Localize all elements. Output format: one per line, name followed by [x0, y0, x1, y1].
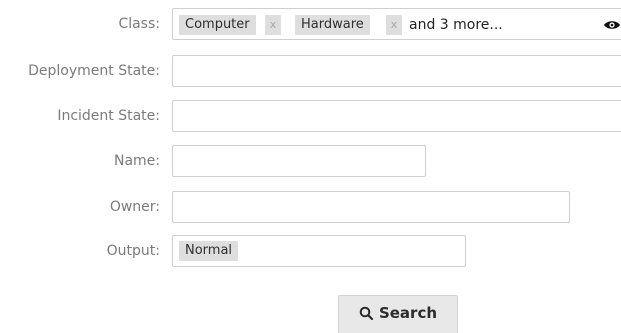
owner-label: Owner: [109, 199, 160, 215]
class-label: Class: [118, 16, 160, 32]
class-more-text[interactable]: and 3 more... [409, 15, 503, 35]
class-tag-hardware: Hardware [295, 15, 370, 35]
owner-input[interactable] [172, 191, 570, 223]
class-tag-computer: Computer [179, 15, 256, 35]
owner-row: Owner: [0, 191, 621, 223]
incident-state-field[interactable] [172, 100, 621, 132]
output-row: Output: Normal [0, 235, 621, 267]
output-selected-tag: Normal [179, 241, 239, 261]
deployment-state-label: Deployment State: [28, 63, 160, 79]
output-select[interactable]: Normal [172, 235, 466, 267]
class-tag-computer-remove[interactable]: x [265, 15, 281, 35]
name-input[interactable] [172, 145, 426, 177]
incident-state-label: Incident State: [57, 108, 160, 124]
incident-state-row: Incident State: [0, 100, 621, 132]
search-button[interactable]: Search [338, 295, 458, 333]
eye-icon[interactable] [603, 18, 621, 32]
name-label: Name: [113, 153, 160, 169]
search-icon [359, 306, 373, 320]
output-label: Output: [106, 243, 160, 259]
name-row: Name: [0, 145, 621, 177]
deployment-state-row: Deployment State: [0, 55, 621, 87]
search-button-label: Search [378, 303, 438, 322]
deployment-state-field[interactable] [172, 55, 621, 87]
class-field[interactable]: Computer x Hardware x and 3 more... [172, 8, 621, 40]
class-tag-hardware-remove[interactable]: x [386, 15, 402, 35]
class-row: Class: Computer x Hardware x and 3 more.… [0, 8, 621, 40]
